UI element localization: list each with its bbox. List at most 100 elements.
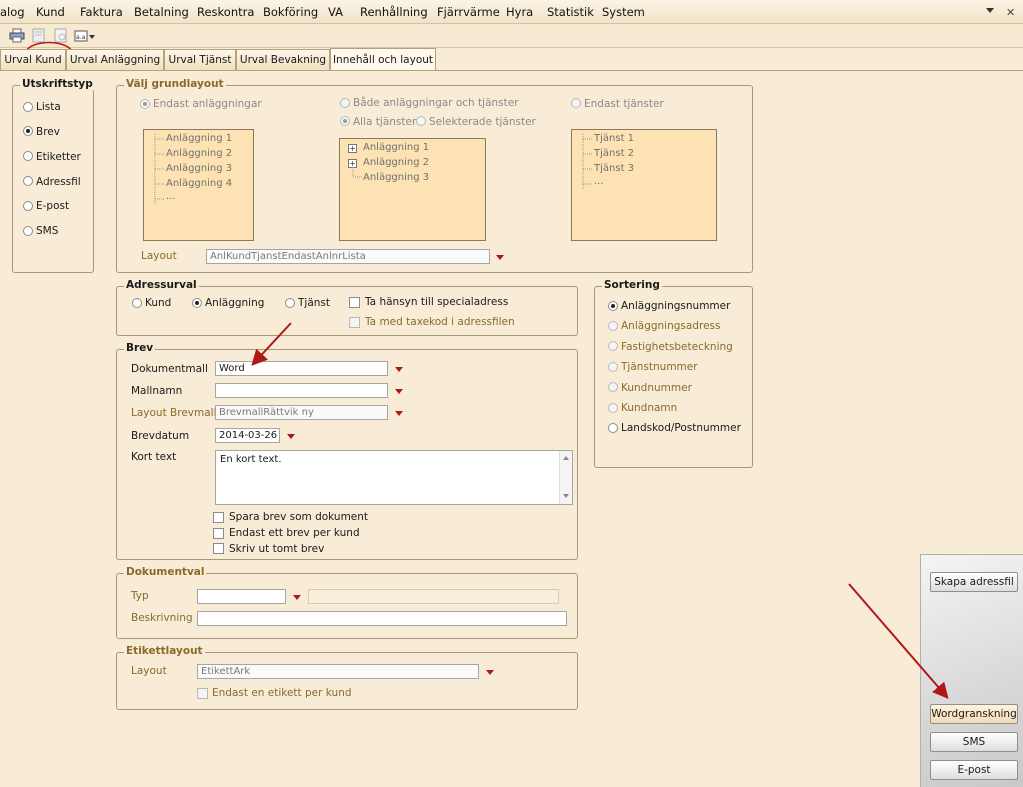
- menu-item-hyra[interactable]: Hyra: [506, 5, 533, 19]
- menu-item-renhallning[interactable]: Renhållning: [360, 5, 428, 19]
- tree-item: Anläggning 2: [166, 148, 233, 159]
- tab-urval-kund[interactable]: Urval Kund: [0, 49, 66, 70]
- tab-urval-tjanst[interactable]: Urval Tjänst: [164, 49, 236, 70]
- grundlayout-layout-label: Layout: [141, 250, 177, 262]
- sortering-label-anlaggningsadress: Anläggningsadress: [621, 320, 721, 332]
- mallnamn-field[interactable]: [215, 383, 388, 398]
- sortering-radio-kundnamn[interactable]: [608, 403, 618, 413]
- beskrivning-field[interactable]: [197, 611, 567, 626]
- tab-innehall-och-layout[interactable]: Innehåll och layout: [330, 48, 436, 70]
- mallnamn-dropdown-icon[interactable]: [392, 384, 406, 398]
- etikett-layout-field[interactable]: EtikettArk: [197, 664, 479, 679]
- utskriftstyp-label-sms: SMS: [36, 225, 59, 237]
- svg-text:a.a: a.a: [76, 34, 86, 41]
- sortering-radio-fastighetsbeteckning[interactable]: [608, 341, 618, 351]
- dokumentval-group: Dokumentval: [116, 566, 578, 639]
- skriv-tomt-brev-checkbox[interactable]: [213, 543, 224, 554]
- specialadress-checkbox[interactable]: [349, 297, 360, 308]
- tree-anlaggningar-tjanster: + + Anläggning 1 Anläggning 2 Anläggning…: [339, 138, 486, 241]
- adressurval-radio-anlaggning[interactable]: [192, 298, 202, 308]
- grundlayout-layout-dropdown-icon[interactable]: [493, 250, 507, 264]
- taxekod-checkbox[interactable]: [349, 317, 360, 328]
- tree-expand-icon[interactable]: +: [348, 144, 357, 153]
- endast-en-etikett-checkbox[interactable]: [197, 688, 208, 699]
- close-icon[interactable]: ✕: [1006, 6, 1015, 19]
- layoutbrevmall-dropdown-icon[interactable]: [392, 406, 406, 420]
- adressurval-radio-kund[interactable]: [132, 298, 142, 308]
- sms-button[interactable]: SMS: [930, 732, 1018, 752]
- adressurval-label-kund: Kund: [145, 297, 172, 309]
- grundlayout-label-alla-tjanster: Alla tjänster: [353, 116, 417, 128]
- sortering-radio-anlaggningsadress[interactable]: [608, 321, 618, 331]
- menu-overflow-icon[interactable]: [986, 8, 994, 13]
- menu-item-reskontra[interactable]: Reskontra: [197, 5, 254, 19]
- brevdatum-calendar-dropdown-icon[interactable]: [284, 429, 298, 443]
- grundlayout-radio-endast-anlaggningar[interactable]: [140, 99, 150, 109]
- adressurval-label-anlaggning: Anläggning: [205, 297, 265, 309]
- dokumentmall-field[interactable]: Word: [215, 361, 388, 376]
- sortering-radio-kundnummer[interactable]: [608, 382, 618, 392]
- dokumentval-title: Dokumentval: [124, 566, 207, 578]
- tree-item: Tjänst 3: [594, 163, 635, 174]
- tree-item: ...: [166, 191, 176, 202]
- scroll-up-icon[interactable]: [563, 456, 569, 460]
- utskriftstyp-radio-sms[interactable]: [23, 226, 33, 236]
- sortering-label-anlaggningsnummer: Anläggningsnummer: [621, 300, 731, 312]
- menu-item-va[interactable]: VA: [328, 5, 343, 19]
- endast-ett-brev-checkbox[interactable]: [213, 528, 224, 539]
- sortering-title: Sortering: [602, 279, 662, 291]
- dokumentmall-dropdown-icon[interactable]: [392, 362, 406, 376]
- grundlayout-title: Välj grundlayout: [124, 78, 226, 90]
- scroll-down-icon[interactable]: [563, 494, 569, 498]
- etikett-layout-dropdown-icon[interactable]: [483, 665, 497, 679]
- sortering-radio-landskod[interactable]: [608, 423, 618, 433]
- print-icon[interactable]: [9, 28, 25, 43]
- korttext-textarea[interactable]: En kort text.: [215, 450, 573, 505]
- typ-dropdown-icon[interactable]: [290, 590, 304, 604]
- menu-item-system[interactable]: System: [602, 5, 645, 19]
- spara-brev-checkbox[interactable]: [213, 512, 224, 523]
- typ-field[interactable]: [197, 589, 286, 604]
- export-icon[interactable]: a.a: [74, 28, 96, 43]
- tree-item: Anläggning 4: [166, 178, 233, 189]
- utskriftstyp-radio-etiketter[interactable]: [23, 151, 33, 161]
- grundlayout-radio-bade[interactable]: [340, 98, 350, 108]
- utskriftstyp-label-brev: Brev: [36, 126, 60, 138]
- endast-ett-brev-label: Endast ett brev per kund: [229, 527, 360, 539]
- menu-item-betalning[interactable]: Betalning: [134, 5, 189, 19]
- skapa-adressfil-button[interactable]: Skapa adressfil: [930, 572, 1018, 592]
- grundlayout-radio-alla-tjanster[interactable]: [340, 116, 350, 126]
- adressurval-radio-tjanst[interactable]: [285, 298, 295, 308]
- menu-item-alog[interactable]: alog: [0, 5, 25, 19]
- tab-urval-anlaggning[interactable]: Urval Anläggning: [66, 49, 164, 70]
- utskriftstyp-radio-epost[interactable]: [23, 201, 33, 211]
- menu-item-kund[interactable]: Kund: [36, 5, 65, 19]
- menu-item-fjarrvarme[interactable]: Fjärrvärme: [437, 5, 500, 19]
- tab-urval-bevakning[interactable]: Urval Bevakning: [236, 49, 330, 70]
- sortering-radio-tjanstnummer[interactable]: [608, 362, 618, 372]
- brevdatum-field[interactable]: 2014-03-26: [215, 428, 280, 443]
- sortering-radio-anlaggningsnummer[interactable]: [608, 301, 618, 311]
- grundlayout-radio-endast-tjanster[interactable]: [571, 98, 581, 108]
- korttext-value: En kort text.: [220, 454, 282, 465]
- korttext-scrollbar[interactable]: [559, 451, 572, 504]
- grundlayout-radio-selekterade[interactable]: [416, 116, 426, 126]
- epost-button[interactable]: E-post: [930, 760, 1018, 780]
- tree-item: ...: [594, 176, 604, 187]
- menu-item-bokforing[interactable]: Bokföring: [263, 5, 318, 19]
- grundlayout-layout-field[interactable]: AnlKundTjanstEndastAnlnrLista: [206, 249, 490, 264]
- layoutbrevmall-field[interactable]: BrevmallRättvik ny: [215, 405, 388, 420]
- tree-anlaggningar: Anläggning 1 Anläggning 2 Anläggning 3 A…: [143, 129, 254, 241]
- tab-strip: Urval Kund Urval Anläggning Urval Tjänst…: [0, 48, 1023, 71]
- wordgranskning-button[interactable]: Wordgranskning: [930, 704, 1018, 724]
- sortering-group: Sortering: [594, 279, 753, 468]
- utskriftstyp-radio-lista[interactable]: [23, 102, 33, 112]
- sortering-label-landskod: Landskod/Postnummer: [621, 422, 741, 434]
- tree-lines: [154, 134, 165, 204]
- menu-item-statistik[interactable]: Statistik: [547, 5, 594, 19]
- tree-item: Anläggning 3: [363, 172, 430, 183]
- menu-item-faktura[interactable]: Faktura: [80, 5, 123, 19]
- typ-description-field: [308, 589, 559, 604]
- utskriftstyp-radio-brev[interactable]: [23, 126, 33, 136]
- utskriftstyp-radio-adressfil[interactable]: [23, 176, 33, 186]
